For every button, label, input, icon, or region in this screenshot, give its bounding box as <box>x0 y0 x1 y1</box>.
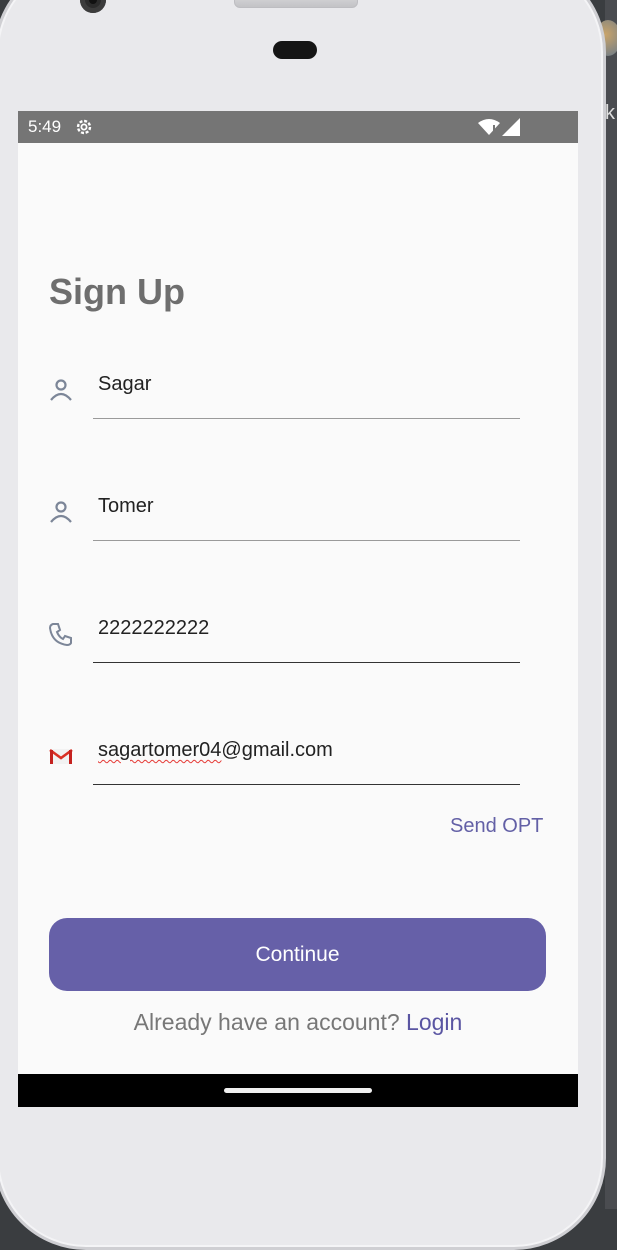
page-title: Sign Up <box>49 271 185 312</box>
home-gesture-handle[interactable] <box>224 1088 372 1093</box>
device-screen: 5:49 Sign Up Sagar Tomer 2222222222 saga… <box>18 111 578 1107</box>
last-name-input[interactable]: Tomer <box>98 495 154 518</box>
last-name-field[interactable]: Tomer <box>48 495 520 555</box>
field-underline <box>93 662 520 663</box>
settings-gear-icon <box>76 119 92 135</box>
front-camera-icon <box>80 0 106 13</box>
field-underline <box>93 784 520 785</box>
person-icon <box>50 379 72 401</box>
person-icon <box>50 501 72 523</box>
email-domain-text: @gmail.com <box>221 739 333 761</box>
navigation-bar <box>18 1074 578 1107</box>
continue-button[interactable]: Continue <box>49 918 546 991</box>
status-time: 5:49 <box>28 117 62 136</box>
phone-field[interactable]: 2222222222 <box>48 617 520 677</box>
continue-label: Continue <box>255 942 340 966</box>
phone-input[interactable]: 2222222222 <box>98 617 209 640</box>
field-underline <box>93 540 520 541</box>
earpiece-speaker <box>234 0 358 8</box>
send-otp-button[interactable]: Send OPT <box>450 815 543 838</box>
phone-icon <box>48 623 72 647</box>
host-edge-glyph: k <box>605 102 615 124</box>
login-prompt: Already have an account? Login <box>18 1009 578 1036</box>
wifi-icon <box>478 119 500 135</box>
host-window-edge <box>605 0 617 1209</box>
spellcheck-flagged-text: sagartomer04 <box>98 739 222 761</box>
email-field[interactable]: sagartomer04@gmail.com <box>48 739 520 799</box>
cell-signal-icon <box>502 118 520 136</box>
proximity-sensor <box>273 41 317 59</box>
status-bar: 5:49 <box>18 111 578 143</box>
first-name-field[interactable]: Sagar <box>48 373 520 433</box>
email-input[interactable]: sagartomer04@gmail.com <box>98 739 333 762</box>
gmail-icon <box>49 748 73 764</box>
login-link[interactable]: Login <box>406 1009 462 1035</box>
first-name-input[interactable]: Sagar <box>98 373 151 396</box>
login-prompt-text: Already have an account? <box>133 1009 400 1035</box>
field-underline <box>93 418 520 419</box>
